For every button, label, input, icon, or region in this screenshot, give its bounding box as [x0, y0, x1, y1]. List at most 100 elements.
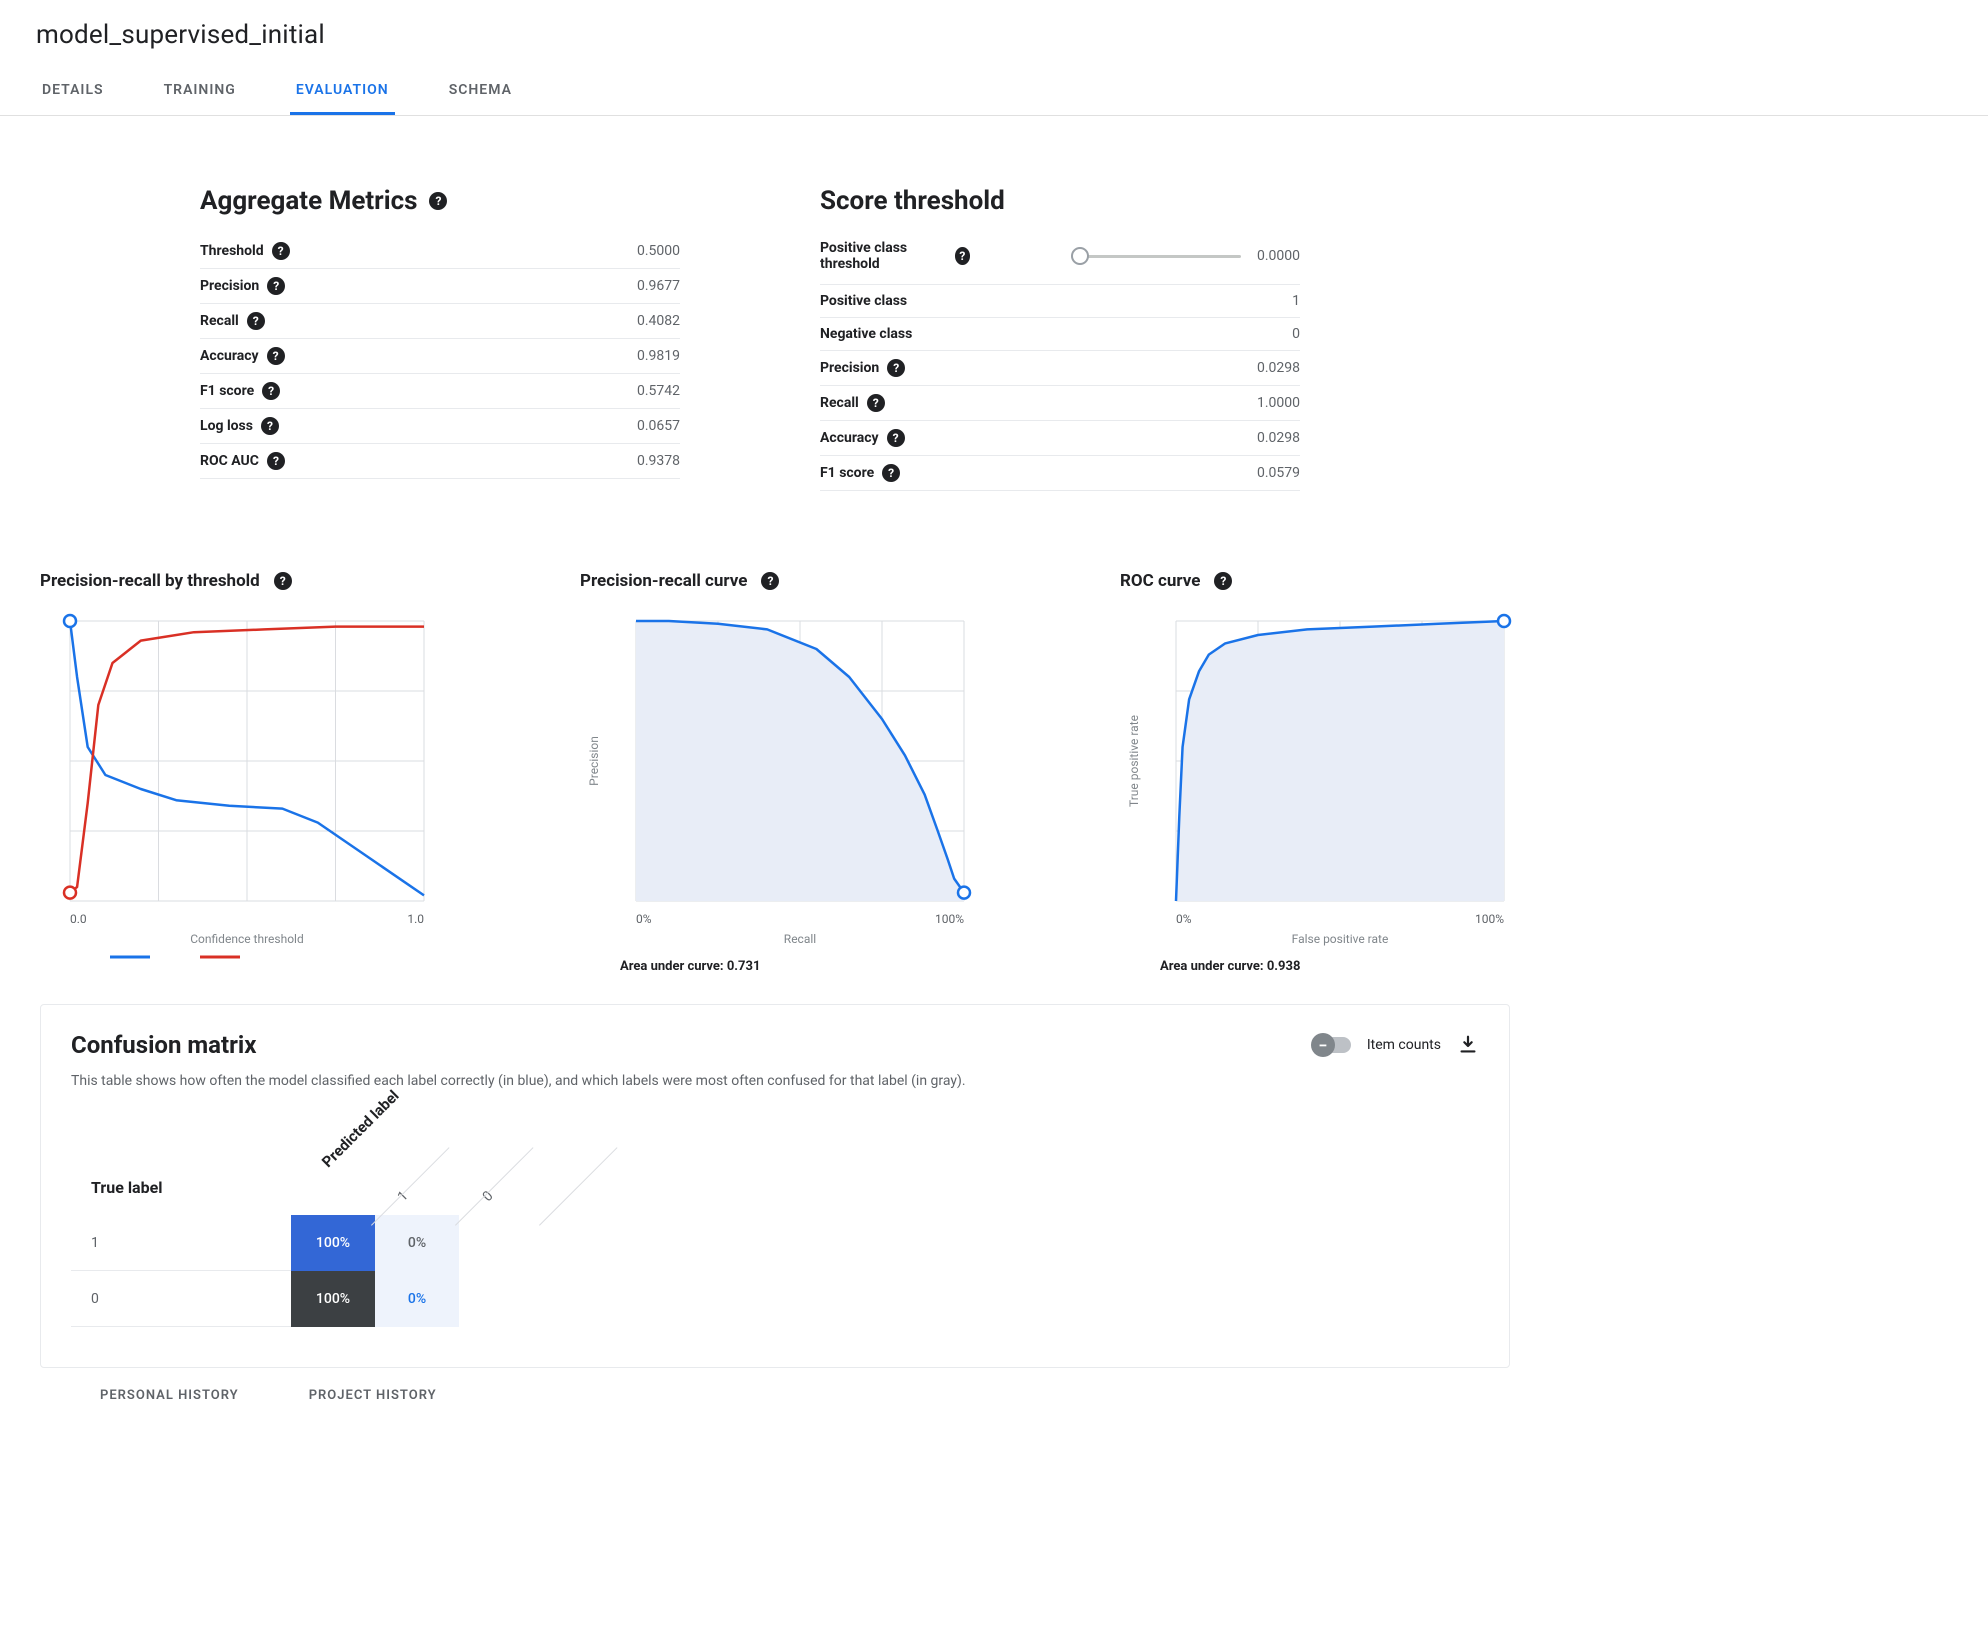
help-icon[interactable]: ? [955, 247, 970, 265]
svg-text:0%: 0% [1176, 912, 1192, 926]
metric-row: ROC AUC? 0.9378 [200, 444, 680, 479]
confusion-title: Confusion matrix [71, 1031, 256, 1059]
metric-value: 0.4082 [637, 313, 680, 329]
item-counts-toggle[interactable]: − [1315, 1037, 1351, 1053]
pr-auc-label: Area under curve: 0.731 [620, 959, 1060, 974]
metric-label: Threshold [200, 243, 264, 259]
help-icon[interactable]: ? [247, 312, 265, 330]
svg-text:False positive rate: False positive rate [1292, 932, 1389, 946]
metric-label: Recall [820, 395, 859, 411]
svg-text:0%: 0% [636, 912, 652, 926]
svg-text:1.0: 1.0 [407, 912, 424, 926]
metric-label: ROC AUC [200, 453, 259, 469]
metric-value: 0.5742 [637, 383, 680, 399]
help-icon[interactable]: ? [261, 417, 279, 435]
metric-label: F1 score [820, 465, 874, 481]
chart-title: Precision-recall curve [580, 571, 747, 591]
positive-class-threshold-label: Positive class threshold [820, 240, 947, 272]
help-icon[interactable]: ? [267, 277, 285, 295]
help-icon[interactable]: ? [887, 429, 905, 447]
download-icon[interactable] [1457, 1034, 1479, 1056]
confusion-matrix-panel: Confusion matrix − Item counts This tabl… [40, 1004, 1510, 1368]
tab-bar: DETAILS TRAINING EVALUATION SCHEMA [0, 56, 1988, 116]
help-icon[interactable]: ? [882, 464, 900, 482]
cm-cell: 100% [291, 1271, 375, 1327]
help-icon[interactable]: ? [1214, 572, 1232, 590]
score-threshold-panel: Score threshold Positive class threshold… [820, 186, 1300, 491]
tab-training[interactable]: TRAINING [158, 72, 242, 115]
metric-label: Log loss [200, 418, 253, 434]
metric-value: 1 [1292, 293, 1300, 309]
help-icon[interactable]: ? [272, 242, 290, 260]
metric-row: Negative class 0 [820, 318, 1300, 351]
metric-row: F1 score? 0.0579 [820, 456, 1300, 491]
metric-label: Negative class [820, 326, 912, 342]
cm-row-label: 1 [71, 1215, 291, 1271]
svg-text:Confidence threshold: Confidence threshold [190, 932, 304, 946]
metric-row: Accuracy? 0.0298 [820, 421, 1300, 456]
help-icon[interactable]: ? [274, 572, 292, 590]
footer-tab[interactable]: PERSONAL HISTORY [100, 1388, 239, 1403]
chart-title: ROC curve [1120, 571, 1200, 591]
svg-text:Precision: Precision [587, 736, 601, 786]
cm-cell: 100% [291, 1215, 375, 1271]
metric-row: Threshold? 0.5000 [200, 234, 680, 269]
metric-value: 0.0298 [1257, 430, 1300, 446]
metric-label: Precision [820, 360, 879, 376]
threshold-slider-value: 0.0000 [1257, 248, 1300, 264]
metric-row: Log loss? 0.0657 [200, 409, 680, 444]
metric-value: 1.0000 [1257, 395, 1300, 411]
cm-cell: 0% [375, 1271, 459, 1327]
metric-label: Accuracy [820, 430, 879, 446]
svg-text:Recall: Recall [784, 932, 816, 946]
svg-text:100%: 100% [935, 912, 964, 926]
help-icon[interactable]: ? [267, 347, 285, 365]
metric-row: Precision? 0.9677 [200, 269, 680, 304]
metric-value: 0.0298 [1257, 360, 1300, 376]
tab-schema[interactable]: SCHEMA [443, 72, 518, 115]
chart-title: Precision-recall by threshold [40, 571, 260, 591]
aggregate-metrics-panel: Aggregate Metrics ? Threshold?0.5000Prec… [200, 186, 680, 491]
true-label-header: True label [71, 1159, 291, 1215]
metric-row: F1 score? 0.5742 [200, 374, 680, 409]
tab-evaluation[interactable]: EVALUATION [290, 72, 395, 115]
roc-auc-label: Area under curve: 0.938 [1160, 959, 1600, 974]
metric-label: Precision [200, 278, 259, 294]
metric-value: 0 [1292, 326, 1300, 342]
metric-label: Accuracy [200, 348, 259, 364]
metric-label: Positive class [820, 293, 907, 309]
metric-label: Recall [200, 313, 239, 329]
metric-value: 0.9378 [637, 453, 680, 469]
metric-value: 0.0579 [1257, 465, 1300, 481]
tab-details[interactable]: DETAILS [36, 72, 110, 115]
svg-text:True positive rate: True positive rate [1127, 715, 1141, 807]
roc-curve-chart: ROC curve ? 0% 100% False positive rate Tru… [1120, 571, 1600, 974]
cm-cell: 0% [375, 1215, 459, 1271]
footer-tab[interactable]: PROJECT HISTORY [309, 1388, 437, 1403]
help-icon[interactable]: ? [887, 359, 905, 377]
pr-curve-chart: Precision-recall curve ? 0% 100% Recall Pre… [580, 571, 1060, 974]
metric-row: Recall? 1.0000 [820, 386, 1300, 421]
help-icon[interactable]: ? [761, 572, 779, 590]
confusion-description: This table shows how often the model cla… [71, 1073, 1479, 1089]
metric-row: Accuracy? 0.9819 [200, 339, 680, 374]
metric-value: 0.5000 [637, 243, 680, 259]
item-counts-label: Item counts [1367, 1037, 1441, 1053]
pr-threshold-chart: Precision-recall by threshold ? 0.0 1.0 Co… [40, 571, 520, 974]
help-icon[interactable]: ? [267, 452, 285, 470]
cm-row-label: 0 [71, 1271, 291, 1327]
metric-value: 0.0657 [637, 418, 680, 434]
score-threshold-title: Score threshold [820, 186, 1005, 216]
help-icon[interactable]: ? [429, 192, 447, 210]
metric-value: 0.9819 [637, 348, 680, 364]
svg-text:100%: 100% [1475, 912, 1504, 926]
metric-value: 0.9677 [637, 278, 680, 294]
metric-row: Recall? 0.4082 [200, 304, 680, 339]
svg-text:0.0: 0.0 [70, 912, 87, 926]
help-icon[interactable]: ? [867, 394, 885, 412]
page-title: model_supervised_initial [36, 20, 1952, 50]
threshold-slider[interactable] [1071, 255, 1241, 258]
metric-label: F1 score [200, 383, 254, 399]
metric-row: Precision? 0.0298 [820, 351, 1300, 386]
help-icon[interactable]: ? [262, 382, 280, 400]
